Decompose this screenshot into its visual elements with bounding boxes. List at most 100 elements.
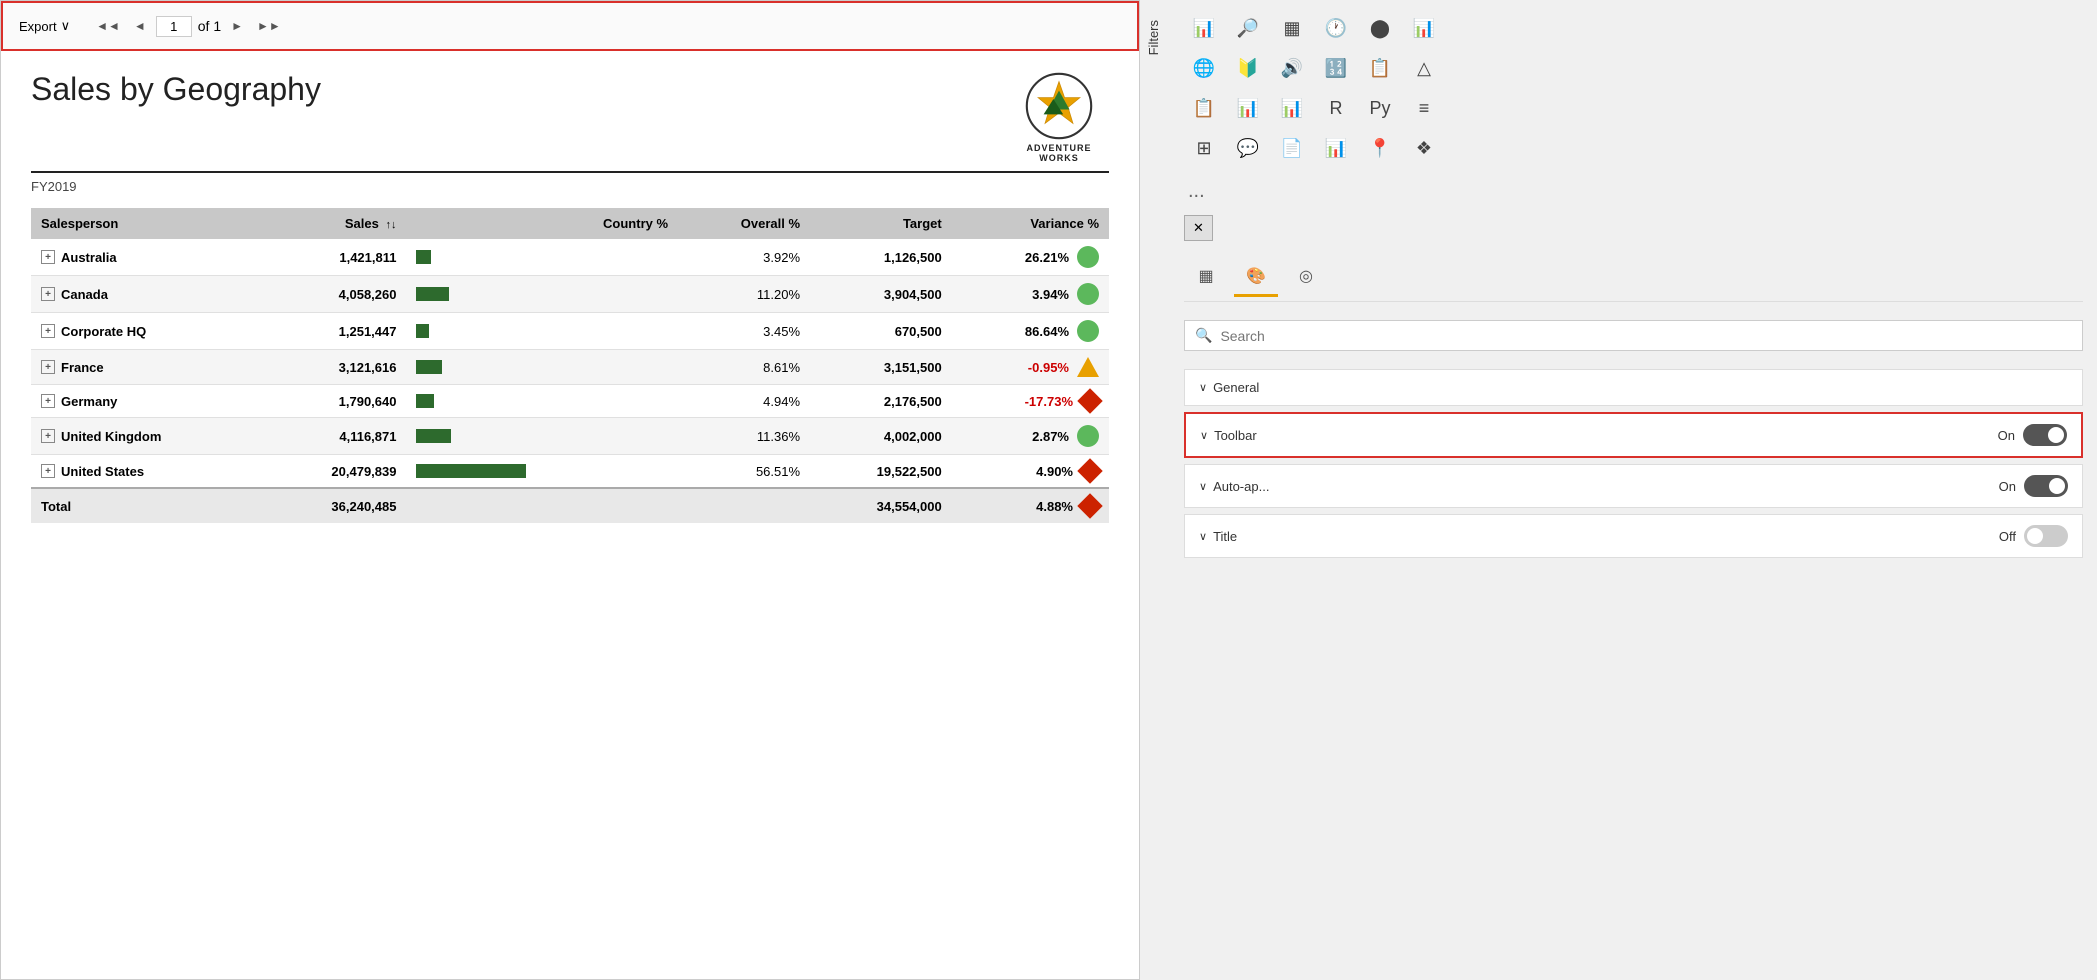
- gauge-icon[interactable]: 🕐: [1316, 10, 1356, 46]
- fabric-icon[interactable]: ❖: [1404, 130, 1444, 166]
- chart-icon2[interactable]: 📊: [1272, 90, 1312, 126]
- kpi-icon[interactable]: 📊: [1228, 90, 1268, 126]
- map2-icon[interactable]: 📍: [1360, 130, 1400, 166]
- nav-next-button[interactable]: ►: [227, 17, 247, 35]
- list-icon[interactable]: 📋: [1184, 90, 1224, 126]
- cell-salesperson: +Canada: [31, 276, 265, 313]
- indicator-yellow-triangle: [1077, 357, 1099, 377]
- expand-icon[interactable]: +: [41, 360, 55, 374]
- filter-icon[interactable]: 🔎: [1228, 10, 1268, 46]
- toggle-track[interactable]: [2024, 475, 2068, 497]
- toggle-label: Off: [1999, 529, 2016, 544]
- footer-country-pct: [536, 488, 678, 523]
- bar-chart-icon[interactable]: 📊: [1184, 10, 1224, 46]
- variance-value: 3.94%: [1032, 287, 1069, 302]
- cell-overall-pct: 56.51%: [678, 455, 810, 489]
- cell-country-pct: [536, 313, 678, 350]
- expand-icon[interactable]: +: [41, 429, 55, 443]
- fields-tab[interactable]: ▦: [1184, 257, 1228, 297]
- donut-icon[interactable]: ⬤: [1360, 10, 1400, 46]
- col-header-target: Target: [810, 208, 952, 239]
- right-panel: Filters 📊🔎▦🕐⬤📊🌐🔰🔊🔢📋△📋📊📊RPy≡⊞💬📄📊📍❖ ... ✕ …: [1140, 0, 2097, 980]
- toggle-switch[interactable]: [2023, 424, 2067, 446]
- export-button[interactable]: Export ∨: [13, 16, 76, 36]
- cell-variance: -17.73%: [952, 385, 1109, 417]
- cell-salesperson: +Germany: [31, 385, 265, 418]
- cell-sales: 3,121,616: [265, 350, 407, 385]
- table-row: +United Kingdom4,116,87111.36%4,002,0002…: [31, 418, 1109, 455]
- nav-last-button[interactable]: ►►: [253, 17, 285, 35]
- map-icon[interactable]: 🌐: [1184, 50, 1224, 86]
- triangle-icon[interactable]: △: [1404, 50, 1444, 86]
- footer-bar: [406, 488, 536, 523]
- cell-target: 2,176,500: [810, 385, 952, 418]
- cell-overall-pct: 11.36%: [678, 418, 810, 455]
- section-header-1[interactable]: ∨ Toolbar On: [1186, 414, 2081, 456]
- toggle-row: Off: [1999, 525, 2068, 547]
- r-visual-icon[interactable]: R: [1316, 90, 1356, 126]
- toggle-track[interactable]: [2024, 525, 2068, 547]
- cell-sales: 1,421,811: [265, 239, 407, 276]
- table-row: +Germany1,790,6404.94%2,176,500-17.73%: [31, 385, 1109, 418]
- format-tab[interactable]: 🎨: [1234, 257, 1278, 297]
- page-number-input[interactable]: [156, 16, 192, 37]
- table-icon[interactable]: 📋: [1360, 50, 1400, 86]
- cell-country-pct: [536, 350, 678, 385]
- cell-target: 3,904,500: [810, 276, 952, 313]
- footer-target: 34,554,000: [810, 488, 952, 523]
- col-header-variance: Variance %: [952, 208, 1109, 239]
- section-header-2[interactable]: ∨ Auto-ap... On: [1185, 465, 2082, 507]
- python-visual-icon[interactable]: Py: [1360, 90, 1400, 126]
- nav-first-button[interactable]: ◄◄: [92, 17, 124, 35]
- section-header-3[interactable]: ∨ Title Off: [1185, 515, 2082, 557]
- shape-map-icon[interactable]: 🔰: [1228, 50, 1268, 86]
- col-header-sales[interactable]: Sales ↑↓: [265, 208, 407, 239]
- expand-icon[interactable]: +: [41, 394, 55, 408]
- analytics-tab[interactable]: ◎: [1284, 257, 1328, 297]
- expand-icon[interactable]: +: [41, 464, 55, 478]
- report-toolbar: Export ∨ ◄◄ ◄ of 1 ► ►►: [1, 1, 1139, 51]
- cell-sales: 4,058,260: [265, 276, 407, 313]
- cell-country-pct: [536, 455, 678, 489]
- indicator-green-circle: [1077, 425, 1099, 447]
- grid-visual-icon[interactable]: ⊞: [1184, 130, 1224, 166]
- section-header-0[interactable]: ∨ General: [1185, 370, 2082, 405]
- section-header-left: ∨ Auto-ap...: [1199, 479, 1269, 494]
- numeric-icon[interactable]: 🔢: [1316, 50, 1356, 86]
- chevron-down-icon: ∨: [1199, 381, 1207, 394]
- footer-sales: 36,240,485: [265, 488, 407, 523]
- cell-sales: 4,116,871: [265, 418, 407, 455]
- close-format-button[interactable]: ✕: [1184, 215, 1213, 241]
- cell-sales: 1,790,640: [265, 385, 407, 418]
- toggle-switch[interactable]: [2024, 525, 2068, 547]
- custom-visual-icon[interactable]: 📊: [1316, 130, 1356, 166]
- chevron-down-icon: ∨: [1199, 530, 1207, 543]
- decomp-icon[interactable]: ≡: [1404, 90, 1444, 126]
- nav-prev-button[interactable]: ◄: [130, 17, 150, 35]
- page-navigation: ◄◄ ◄ of 1 ► ►►: [92, 16, 285, 37]
- area-chart-icon[interactable]: 📊: [1404, 10, 1444, 46]
- funnel-icon[interactable]: 🔊: [1272, 50, 1312, 86]
- indicator-red-diamond: [1077, 388, 1102, 413]
- close-icon: ✕: [1193, 220, 1204, 236]
- toggle-track[interactable]: [2023, 424, 2067, 446]
- search-input[interactable]: [1220, 328, 2072, 344]
- col-header-bar: [406, 208, 536, 239]
- cell-bar: [406, 455, 536, 489]
- cell-variance: 4.90%: [952, 455, 1109, 487]
- qa-icon[interactable]: 💬: [1228, 130, 1268, 166]
- expand-icon[interactable]: +: [41, 324, 55, 338]
- search-box: 🔍: [1184, 320, 2083, 351]
- toggle-switch[interactable]: [2024, 475, 2068, 497]
- cell-country-pct: [536, 276, 678, 313]
- more-icons-dots[interactable]: ...: [1184, 180, 2083, 203]
- indicator-green-circle: [1077, 320, 1099, 342]
- matrix-icon[interactable]: ▦: [1272, 10, 1312, 46]
- report-icon[interactable]: 📄: [1272, 130, 1312, 166]
- report-header: Sales by Geography ADVENTURE WORKS: [31, 71, 1109, 173]
- cell-bar: [406, 418, 536, 455]
- expand-icon[interactable]: +: [41, 287, 55, 301]
- format-sub-tabs: ▦🎨◎: [1184, 257, 2083, 302]
- col-header-overall-pct: Overall %: [678, 208, 810, 239]
- expand-icon[interactable]: +: [41, 250, 55, 264]
